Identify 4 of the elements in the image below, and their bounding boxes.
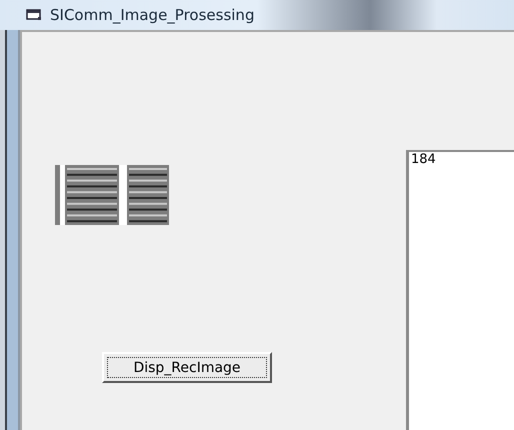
disp-recimage-button[interactable]: Disp_RecImage [102, 352, 272, 383]
text-area[interactable]: 184 [406, 150, 514, 430]
window-title: SIComm_Image_Prosessing [50, 6, 254, 24]
window-icon [26, 9, 42, 21]
